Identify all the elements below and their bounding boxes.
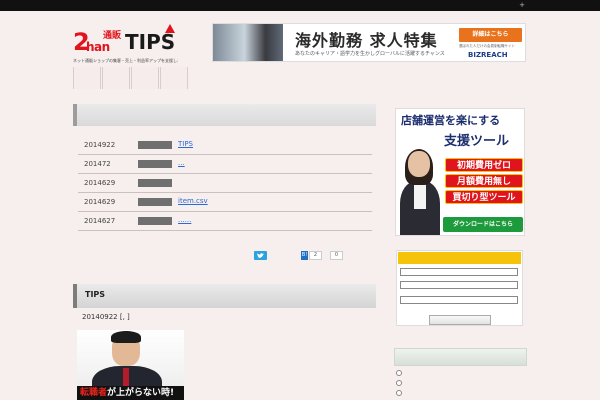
widget-input-1[interactable] bbox=[400, 268, 518, 276]
caption-white-text: が上がらない時! bbox=[107, 388, 175, 398]
sidebar-list bbox=[396, 370, 402, 400]
news-category-badge bbox=[138, 217, 172, 225]
news-date: 2014629 bbox=[84, 179, 116, 187]
nav-item-1[interactable] bbox=[73, 67, 101, 89]
woman-face bbox=[408, 151, 430, 177]
top-banner-ad[interactable]: 海外勤務 求人特集 あなたのキャリア・語学力を生かしグローバルに活躍するチャンス… bbox=[212, 23, 526, 62]
list-bullet-icon[interactable] bbox=[396, 390, 402, 396]
banner-headline: 海外勤務 求人特集 bbox=[295, 31, 438, 50]
news-row: 2014629 item.csv bbox=[78, 193, 372, 212]
banner-photo bbox=[213, 24, 283, 61]
ad-headline: 店舗運営を楽にする bbox=[401, 114, 501, 127]
news-date: 2014629 bbox=[84, 198, 116, 206]
tips-section-title: TIPS bbox=[85, 290, 106, 299]
tips-section-header: TIPS bbox=[73, 284, 376, 308]
ad-woman-illustration bbox=[398, 149, 442, 235]
sidebar-section-header bbox=[394, 348, 527, 366]
list-bullet-icon[interactable] bbox=[396, 370, 402, 376]
news-row: 201472 ... bbox=[78, 155, 372, 174]
news-category-badge bbox=[138, 198, 172, 206]
logo-han: han bbox=[86, 40, 110, 54]
thumbnail-caption: 転職者が上がらない時! bbox=[77, 386, 184, 400]
news-date: 2014922 bbox=[84, 141, 116, 149]
hatena-count: 2 bbox=[309, 251, 322, 260]
sidebar-ad-banner[interactable]: 店舗運営を楽にする 支援ツール 初期費用ゼロ 月額費用無し 買切り型ツール ダウ… bbox=[395, 108, 525, 236]
news-title-link[interactable]: TIPS bbox=[178, 140, 193, 148]
global-nav bbox=[73, 67, 189, 89]
list-bullet-icon[interactable] bbox=[396, 380, 402, 386]
post-meta: 20140922 [, ] bbox=[82, 313, 130, 321]
news-date: 201472 bbox=[84, 160, 111, 168]
ad-badge: 月額費用無し bbox=[445, 174, 523, 188]
news-category-badge bbox=[138, 179, 172, 187]
widget-input-2[interactable] bbox=[400, 281, 518, 289]
news-title-link[interactable]: item.csv bbox=[178, 197, 208, 205]
top-admin-bar: + bbox=[0, 0, 600, 11]
news-title-link[interactable]: ...... bbox=[178, 216, 191, 224]
twitter-icon[interactable] bbox=[254, 251, 267, 260]
site-logo[interactable]: 通販 2 han TIPS ネット通販ショップの集客・売上・利益率アップを支援し… bbox=[73, 22, 178, 66]
widget-header bbox=[398, 252, 521, 264]
banner-cta-button[interactable]: 詳細はこちら bbox=[459, 28, 522, 42]
ad-badge: 初期費用ゼロ bbox=[445, 158, 523, 172]
nav-item-3[interactable] bbox=[131, 67, 159, 89]
news-row: 2014627 ...... bbox=[78, 212, 372, 231]
nav-item-4[interactable] bbox=[160, 67, 188, 89]
hatena-bookmark-icon[interactable]: B! bbox=[301, 251, 308, 260]
plus-icon[interactable]: + bbox=[519, 1, 525, 9]
thumbnail-hair bbox=[111, 331, 141, 343]
caption-red-text: 転職者 bbox=[80, 388, 108, 398]
logo-arrow-icon bbox=[165, 24, 175, 33]
news-row: 2014922 TIPS bbox=[78, 136, 372, 155]
ad-subheadline: 支援ツール bbox=[444, 134, 510, 149]
widget-submit-button[interactable] bbox=[429, 315, 491, 325]
news-list: 2014922 TIPS 201472 ... 2014629 2014629 … bbox=[78, 136, 372, 231]
news-category-badge bbox=[138, 160, 172, 168]
woman-shirt bbox=[414, 183, 426, 209]
news-row: 2014629 bbox=[78, 174, 372, 193]
ad-download-button[interactable]: ダウンロードはこちら bbox=[443, 217, 523, 232]
logo-tips: TIPS bbox=[125, 30, 176, 54]
banner-brand: BIZREACH bbox=[468, 51, 508, 59]
news-title-link[interactable]: ... bbox=[178, 159, 185, 167]
ad-badge: 買切り型ツール bbox=[445, 190, 523, 204]
widget-input-3[interactable] bbox=[400, 296, 518, 304]
sidebar-form-widget bbox=[396, 250, 523, 326]
nav-item-2[interactable] bbox=[102, 67, 130, 89]
news-category-badge bbox=[138, 141, 172, 149]
share-count: 0 bbox=[330, 251, 343, 260]
news-section-header bbox=[73, 104, 376, 126]
post-thumbnail[interactable]: 転職者が上がらない時! bbox=[77, 330, 184, 400]
banner-small-text: 選ばれた人だけの会員制転職サイト bbox=[459, 44, 515, 48]
logo-tagline: ネット通販ショップの集客・売上・利益率アップを支援します bbox=[73, 58, 178, 63]
banner-subtext: あなたのキャリア・語学力を生かしグローバルに活躍するチャンス bbox=[295, 51, 445, 57]
ad-badges: 初期費用ゼロ 月額費用無し 買切り型ツール bbox=[445, 158, 523, 206]
news-date: 2014627 bbox=[84, 217, 116, 225]
